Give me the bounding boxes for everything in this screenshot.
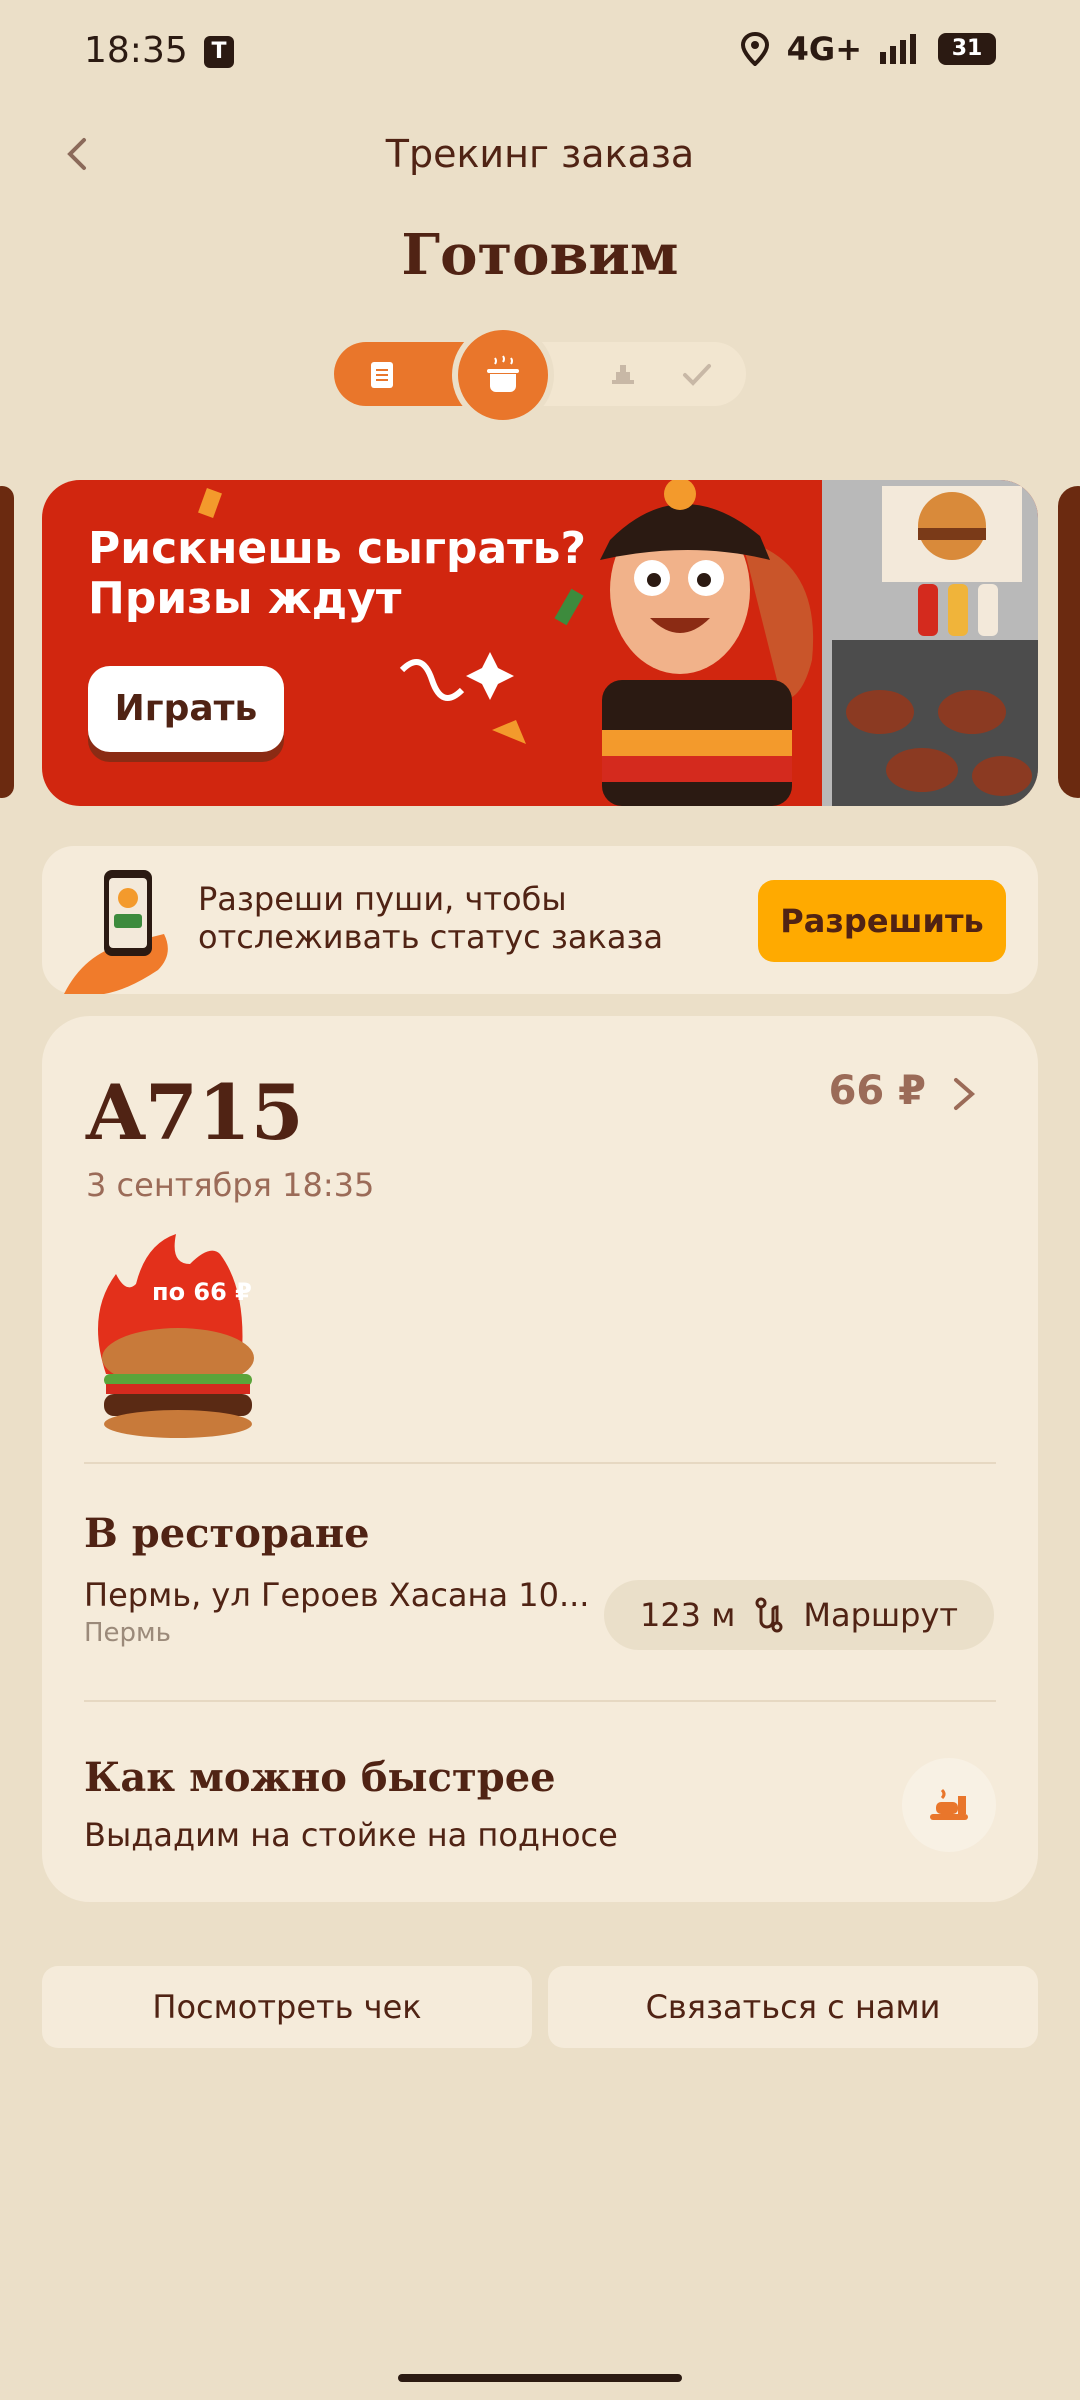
battery-icon: 31 [938, 33, 996, 65]
signal-icon [880, 34, 916, 64]
contact-us-button[interactable]: Связаться с нами [548, 1966, 1038, 2048]
restaurant-city: Пермь [84, 1618, 171, 1648]
phone-hand-illustration [64, 870, 168, 994]
status-time: 18:35 [84, 30, 188, 71]
restaurant-address: Пермь, ул Героев Хасана 10... [84, 1576, 590, 1614]
order-status-title: Готовим [401, 222, 679, 288]
tray-food-icon [930, 1788, 968, 1820]
home-indicator[interactable] [398, 2374, 682, 2382]
burger-product-image[interactable] [86, 1234, 266, 1444]
push-permission-card: Разреши пуши, чтобы отслеживать статус з… [42, 846, 1038, 994]
next-banner-peek[interactable] [1058, 486, 1080, 798]
tray-badge [902, 1758, 996, 1852]
route-button[interactable]: 123 м Маршрут [604, 1580, 994, 1650]
allow-push-button[interactable]: Разрешить [758, 880, 1006, 962]
delivery-description: Выдадим на стойке на подносе [84, 1816, 618, 1854]
network-label: 4G+ [786, 30, 862, 68]
product-price-badge: по 66 ₽ [152, 1278, 252, 1306]
prev-banner-peek[interactable] [0, 486, 14, 798]
location-icon [740, 32, 769, 66]
t-app-icon: T [204, 36, 234, 68]
order-date: 3 сентября 18:35 [86, 1166, 375, 1204]
order-price[interactable]: 66 ₽ [829, 1068, 926, 1114]
location-title: В ресторане [84, 1510, 370, 1557]
promo-banner[interactable]: Рискнешь сыграть? Призы ждут Играть [42, 480, 1038, 806]
order-number: A715 [86, 1068, 304, 1157]
tray-icon [612, 365, 634, 384]
divider [84, 1462, 996, 1464]
divider [84, 1700, 996, 1702]
route-icon [755, 1597, 783, 1633]
play-button[interactable]: Играть [88, 666, 284, 752]
route-label: Маршрут [803, 1596, 959, 1634]
distance-label: 123 м [639, 1596, 736, 1634]
push-text: Разреши пуши, чтобы отслеживать статус з… [198, 880, 664, 956]
view-receipt-button[interactable]: Посмотреть чек [42, 1966, 532, 2048]
banner-title: Рискнешь сыграть? Призы ждут [88, 523, 587, 624]
order-card: A715 3 сентября 18:35 66 ₽ по 66 ₽ В рес… [42, 1016, 1038, 1902]
cooking-pot-icon [487, 355, 519, 392]
check-icon [683, 364, 711, 386]
receipt-icon [371, 362, 393, 388]
page-title: Трекинг заказа [385, 132, 695, 176]
status-icons: 4G+ 31 [740, 30, 996, 68]
chevron-right-icon[interactable] [948, 1074, 980, 1114]
delivery-title: Как можно быстрее [84, 1754, 556, 1801]
